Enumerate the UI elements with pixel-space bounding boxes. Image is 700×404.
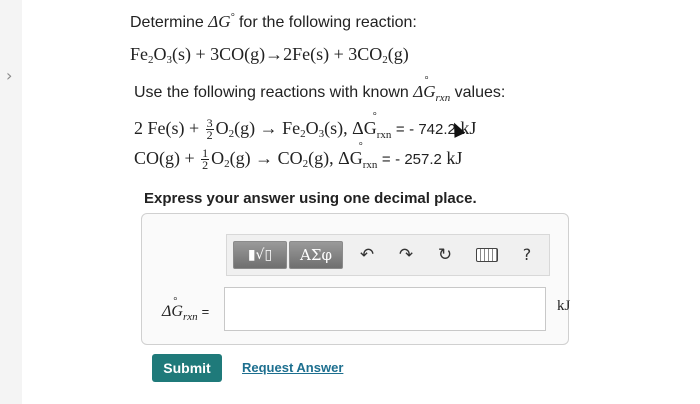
reaction-text: O	[305, 118, 319, 138]
reaction-text: CO(g) +	[134, 148, 195, 168]
help-button[interactable]: ?	[515, 243, 539, 267]
delta-g-rxn-sub: ° rxn	[358, 141, 378, 171]
use-tail: values:	[454, 84, 506, 101]
reaction-text: (g) → CO	[229, 148, 303, 168]
use-text: Use the following reactions with known	[134, 84, 409, 101]
reaction-2: CO(g) + 1 2 O2(g) → CO2(g), ΔG ° rxn = - 257…	[134, 141, 463, 173]
reaction-1-value: - 742.2	[409, 121, 456, 138]
reaction-1: 2 Fe(s) + 3 2 O2(g) → Fe2O3(s), ΔG ° rxn = -…	[134, 111, 476, 143]
chevron-right-icon[interactable]: ›	[6, 66, 12, 85]
fraction: 12	[201, 146, 210, 173]
redo-icon[interactable]: ↷	[394, 243, 418, 267]
prompt-intro: Determine	[130, 14, 204, 31]
reaction-text: 2 Fe(s) +	[134, 118, 200, 138]
templates-button[interactable]: ▮√▯	[233, 241, 287, 269]
answer-label: ΔG ° rxn =	[162, 296, 210, 323]
answer-unit: kJ	[557, 298, 571, 314]
degree-symbol: °	[230, 12, 235, 23]
prompt-tail: for the following reaction:	[238, 14, 417, 31]
equals-sign: =	[201, 304, 210, 319]
submit-button[interactable]: Submit	[152, 354, 222, 382]
equals-sign: =	[395, 121, 405, 138]
delta-g-rxn-sub: ° rxn	[372, 111, 392, 141]
reaction-text: (s) + 3CO(g)→2Fe(s) + 3CO	[172, 44, 383, 64]
answer-input[interactable]	[224, 287, 546, 331]
left-nav-strip	[0, 0, 22, 404]
instruction-text: Express your answer using one decimal pl…	[144, 190, 477, 207]
reaction-text: (g)	[387, 44, 409, 64]
reaction-text: (s), ΔG	[324, 118, 377, 138]
reaction-2-unit: kJ	[446, 148, 463, 168]
math-toolbar: ▮√▯ ΑΣφ ↶ ↷ ↻ ?	[226, 234, 550, 276]
reset-icon[interactable]: ↻	[433, 243, 457, 267]
reaction-2-value: - 257.2	[395, 151, 442, 168]
keyboard-icon[interactable]	[475, 243, 499, 267]
reaction-text: Fe	[130, 44, 148, 64]
reaction-text: (g) → Fe	[234, 118, 301, 138]
delta-g-rxn-symbol: ΔG ° rxn	[162, 296, 198, 323]
reaction-text: O	[211, 148, 225, 168]
delta-g-rxn-symbol: ΔG ° rxn	[413, 75, 451, 104]
fraction: 32	[205, 116, 214, 143]
request-answer-link[interactable]: Request Answer	[242, 360, 343, 375]
greek-symbols-button[interactable]: ΑΣφ	[289, 241, 343, 269]
question-prompt: Determine ΔG° for the following reaction…	[130, 12, 417, 32]
use-reactions-text: Use the following reactions with known Δ…	[134, 75, 506, 104]
undo-icon[interactable]: ↶	[355, 243, 379, 267]
overall-reaction: Fe2O3(s) + 3CO(g)→2Fe(s) + 3CO2(g)	[130, 44, 409, 66]
delta-g-symbol: ΔG	[208, 12, 231, 31]
reaction-text: O	[153, 44, 167, 64]
equals-sign: =	[381, 151, 391, 168]
reaction-text: (g), ΔG	[308, 148, 363, 168]
reaction-text: O	[215, 118, 229, 138]
